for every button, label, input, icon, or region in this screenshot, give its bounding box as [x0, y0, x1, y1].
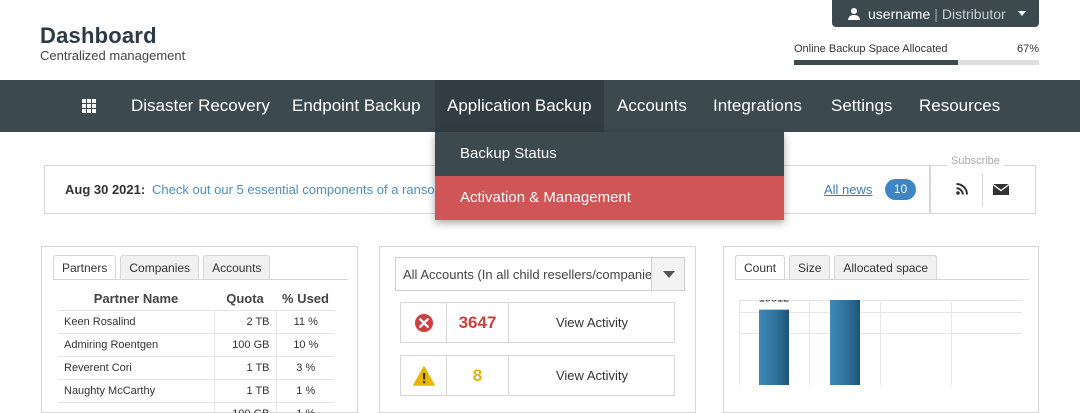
view-warning-activity-link[interactable]: View Activity	[509, 356, 675, 395]
menu-item-backup-status[interactable]: Backup Status	[435, 132, 784, 176]
partner-name-cell: Keen Rosalind	[58, 309, 214, 333]
warning-count: 8	[447, 356, 509, 395]
account-scope-select-value: All Accounts (In all child resellers/com…	[403, 267, 651, 282]
partner-name-cell	[58, 401, 214, 413]
brand: Dashboard Centralized management	[40, 24, 185, 64]
used-cell: 11 %	[275, 309, 335, 333]
user-icon	[848, 7, 860, 20]
table-row[interactable]: Reverent Cori 1 TB 3 %	[58, 355, 335, 379]
column-header-partner-name[interactable]: Partner Name	[58, 288, 214, 310]
user-menu-separator: |	[934, 5, 938, 22]
tab-size[interactable]: Size	[789, 255, 831, 280]
quota-cell: 100 GB	[213, 401, 276, 413]
subscribe-divider	[982, 174, 983, 206]
partners-tabs: Partners Companies Accounts	[53, 255, 271, 280]
chevron-down-icon[interactable]	[651, 258, 684, 290]
tab-count[interactable]: Count	[735, 255, 786, 280]
news-headline-link[interactable]: Check out our 5 essential components of …	[152, 182, 474, 197]
quota-cell: 100 GB	[213, 332, 276, 356]
chart-bar[interactable]	[830, 300, 860, 385]
backup-space-label: Online Backup Space Allocated	[794, 43, 948, 55]
warning-activity-row: 8 View Activity	[400, 355, 675, 396]
activity-icon-cell	[401, 356, 447, 395]
backup-space-bar-fill	[794, 60, 959, 65]
table-row[interactable]: Naughty McCarthy 1 TB 1 %	[58, 378, 335, 402]
quota-cell: 1 TB	[213, 378, 276, 402]
partners-table: Partner Name Quota % Used Keen Rosalind …	[58, 288, 335, 413]
user-menu-button[interactable]: username | Distributor	[832, 0, 1039, 27]
chart-bar[interactable]	[759, 309, 789, 385]
backup-space-percent: 67%	[1016, 43, 1039, 55]
activity-icon-cell	[401, 303, 447, 342]
error-count: 3647	[447, 303, 509, 342]
nav-item-integrations[interactable]: Integrations	[713, 80, 802, 132]
nav-item-resources[interactable]: Resources	[919, 80, 1000, 132]
nav-item-application-backup[interactable]: Application Backup	[435, 80, 604, 132]
tab-partners[interactable]: Partners	[53, 255, 117, 280]
used-cell: 1 %	[275, 401, 335, 413]
table-row[interactable]: Admiring Roentgen 100 GB 10 %	[58, 332, 335, 356]
backup-space-meter: Online Backup Space Allocated 67%	[794, 43, 1039, 65]
news-count-badge: 10	[885, 179, 916, 200]
backup-space-bar	[794, 60, 1039, 65]
quota-cell: 1 TB	[213, 355, 276, 379]
column-header-quota[interactable]: Quota	[214, 288, 276, 310]
chart-tabs: Count Size Allocated space	[735, 255, 938, 280]
news-date: Aug 30 2021:	[65, 182, 146, 197]
nav-item-endpoint-backup[interactable]: Endpoint Backup	[292, 80, 421, 132]
rss-icon[interactable]	[956, 183, 968, 195]
tab-companies[interactable]: Companies	[120, 255, 200, 280]
apps-grid-icon[interactable]	[82, 99, 96, 113]
tabs-divider	[53, 279, 348, 280]
used-cell: 1 %	[275, 378, 335, 402]
page-title: Dashboard	[40, 23, 157, 48]
used-cell: 10 %	[275, 332, 335, 356]
warning-icon	[413, 366, 435, 386]
column-header-used[interactable]: % Used	[276, 288, 335, 310]
error-activity-row: 3647 View Activity	[400, 302, 675, 343]
error-icon	[415, 314, 433, 332]
caret-down-icon	[1017, 11, 1026, 16]
view-error-activity-link[interactable]: View Activity	[509, 303, 675, 342]
used-cell: 3 %	[275, 355, 335, 379]
subscribe-box	[930, 165, 1036, 214]
tab-allocated-space[interactable]: Allocated space	[834, 255, 938, 280]
quota-cell: 2 TB	[213, 309, 276, 333]
subscribe-label: Subscribe	[947, 155, 1004, 167]
mail-icon[interactable]	[993, 184, 1009, 195]
page-subtitle: Centralized management	[40, 48, 186, 63]
table-row[interactable]: Keen Rosalind 2 TB 11 %	[58, 309, 335, 333]
partner-name-cell: Naughty McCarthy	[58, 378, 214, 402]
nav-item-disaster-recovery[interactable]: Disaster Recovery	[131, 80, 270, 132]
table-row[interactable]: 100 GB 1 %	[58, 401, 335, 413]
main-nav: Disaster Recovery Endpoint Backup Applic…	[0, 80, 1080, 132]
menu-item-activation-management[interactable]: Activation & Management	[435, 176, 784, 220]
nav-item-settings[interactable]: Settings	[831, 80, 892, 132]
tab-accounts[interactable]: Accounts	[203, 255, 271, 280]
backup-count-chart: 1951229865	[739, 300, 1022, 385]
application-backup-dropdown: Backup Status Activation & Management	[435, 132, 784, 220]
username-label: username	[868, 5, 931, 22]
all-news-link[interactable]: All news	[824, 182, 872, 197]
nav-item-accounts[interactable]: Accounts	[617, 80, 687, 132]
chart-data-label: 19512	[759, 300, 790, 305]
user-role-label: Distributor	[941, 5, 1006, 22]
account-scope-select[interactable]: All Accounts (In all child resellers/com…	[395, 257, 685, 291]
tabs-divider	[735, 279, 1029, 280]
partner-name-cell: Admiring Roentgen	[58, 332, 214, 356]
partner-name-cell: Reverent Cori	[58, 355, 214, 379]
